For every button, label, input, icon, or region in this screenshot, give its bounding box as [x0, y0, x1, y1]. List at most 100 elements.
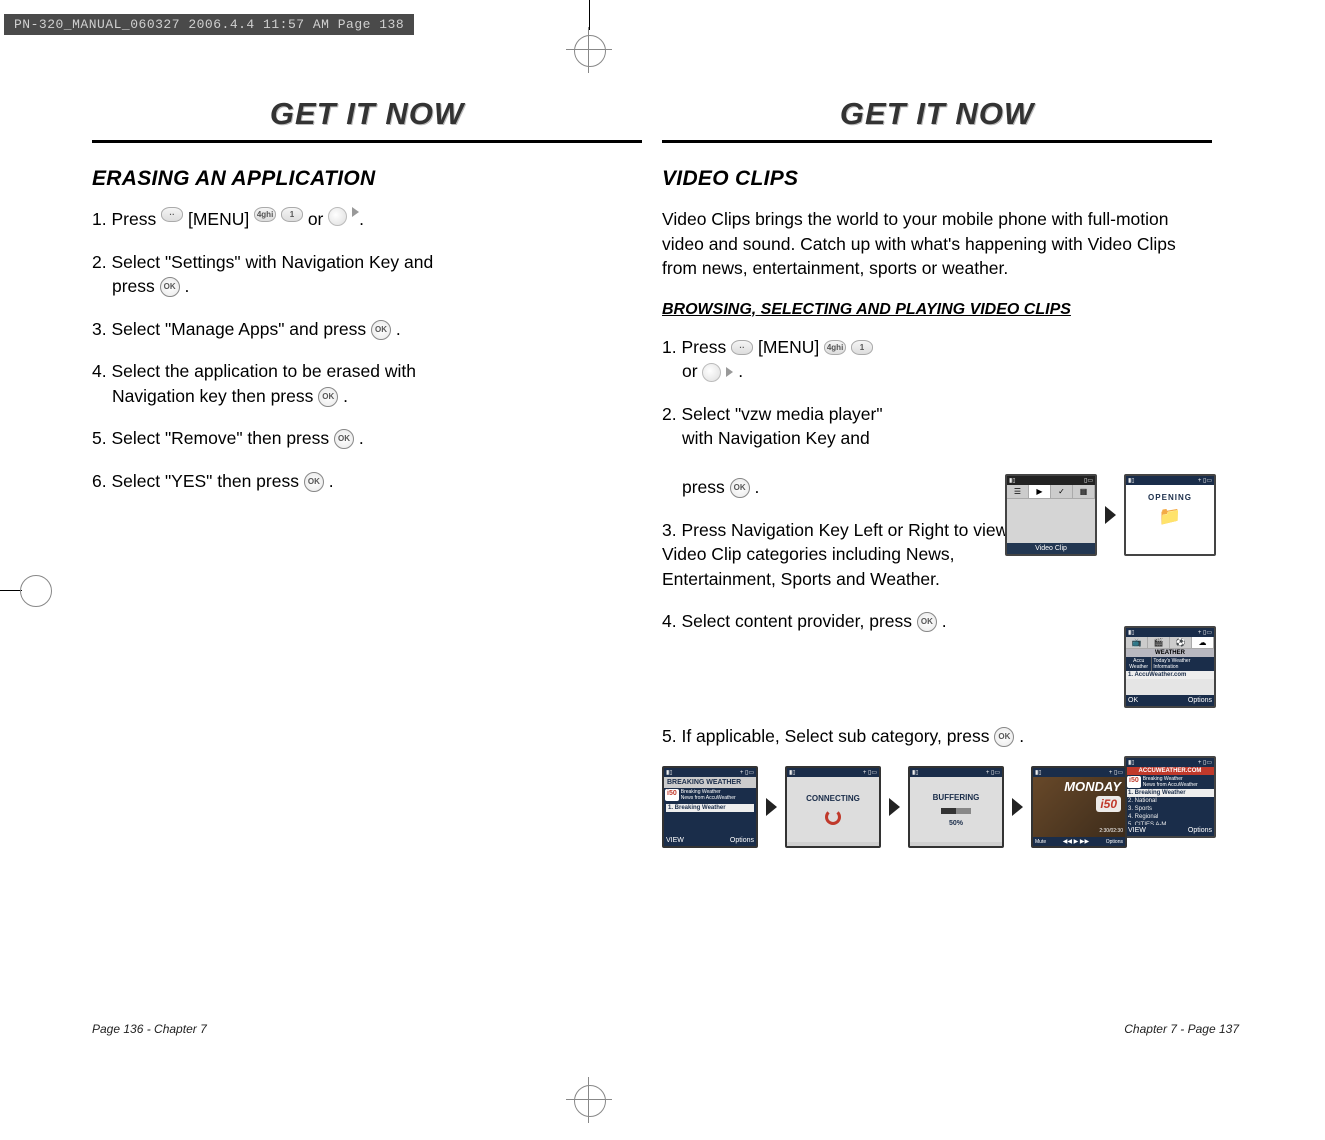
- phone-status-bar: ▮▯▯▭: [1007, 476, 1095, 485]
- badge-icon: i50: [1096, 796, 1121, 812]
- accu-desc-row: i50 Breaking Weather News from AccuWeath…: [1126, 775, 1214, 789]
- weather-subrow: AccuWeather Today's WeatherInformation: [1126, 657, 1214, 671]
- crop-mark-bottom: [564, 1085, 614, 1140]
- flow-arrow-icon: [889, 798, 900, 816]
- ok-button-icon: OK: [304, 472, 324, 492]
- left-page-footer: Page 136 - Chapter 7: [92, 1022, 207, 1036]
- crop-mark-left: [0, 565, 55, 615]
- phone-video-clip: ▮▯▯▭ ☰ ▶ ✓ ▦ Video Clip: [1005, 474, 1097, 556]
- header-print-info: PN-320_MANUAL_060327 2006.4.4 11:57 AM P…: [4, 14, 414, 35]
- key-1-icon: 1: [281, 207, 303, 222]
- phone-status-bar: ▮▯+ ▯▭: [1126, 628, 1214, 637]
- phone-opening: ▮▯+ ▯▭ OPENING 📁: [1124, 474, 1216, 556]
- ok-button-icon: OK: [318, 387, 338, 407]
- spinner-icon: [825, 809, 841, 825]
- left-step-2: 2. Select "Settings" with Navigation Key…: [92, 250, 642, 299]
- step-text: or: [682, 361, 698, 381]
- step-text: [MENU]: [188, 207, 249, 232]
- ok-button-icon: OK: [917, 612, 937, 632]
- buffering-percent: 50%: [949, 820, 963, 827]
- menu-item: 3. Sports: [1126, 805, 1214, 813]
- tab-icon: ✓: [1051, 485, 1073, 498]
- step-text: 1. Press: [92, 207, 156, 232]
- step-text: 1. Press: [662, 337, 726, 357]
- step-text: 2. Select "Settings" with Navigation Key…: [92, 252, 433, 272]
- step-text: 6. Select "YES" then press: [92, 471, 299, 491]
- step-text: .: [329, 471, 334, 491]
- phone-icon-row: 📺 🎬 ⚽ ☁: [1126, 637, 1214, 649]
- left-title: GET IT NOW: [92, 96, 642, 132]
- nav-key-icon: [328, 207, 347, 226]
- key-1-icon: 1: [851, 340, 873, 355]
- tab-icon: 📺: [1126, 637, 1148, 648]
- phone-mockup-row-1: ▮▯▯▭ ☰ ▶ ✓ ▦ Video Clip ▮▯+ ▯▭ OPENING 📁: [1005, 474, 1216, 556]
- menu-item: 1. Breaking Weather: [666, 804, 754, 812]
- ok-button-icon: OK: [160, 277, 180, 297]
- right-intro: Video Clips brings the world to your mob…: [662, 207, 1212, 281]
- right-page: GET IT NOW VIDEO CLIPS Video Clips bring…: [662, 96, 1212, 848]
- step-text: 2. Select "vzw media player": [662, 404, 883, 424]
- thumb-playing: ▮▯+ ▯▭ MONDAY i50 Mute ◀◀ ▶ ▶▶ Options 2…: [1031, 766, 1127, 848]
- left-step-4: 4. Select the application to be erased w…: [92, 359, 642, 408]
- step-text: with Navigation Key and: [662, 426, 952, 451]
- phone-accuweather: ▮▯+ ▯▭ ACCUWEATHER.COM i50 Breaking Weat…: [1124, 756, 1216, 838]
- accu-header: ACCUWEATHER.COM: [1126, 767, 1214, 775]
- right-sub-heading: BROWSING, SELECTING AND PLAYING VIDEO CL…: [662, 301, 1212, 319]
- step-text: .: [185, 276, 190, 296]
- badge-icon: i50: [1127, 776, 1141, 788]
- menu-item-active: 1. AccuWeather.com: [1126, 671, 1214, 679]
- step-text: .: [359, 207, 364, 232]
- cell: Information: [1153, 664, 1178, 670]
- flow-arrow-icon: [1012, 798, 1023, 816]
- step-text: 3. Select "Manage Apps" and press: [92, 319, 366, 339]
- phone-footer: VIEW Options: [1126, 825, 1214, 836]
- desc-text: News from AccuWeather: [681, 795, 736, 801]
- phone-status-bar: ▮▯+ ▯▭: [664, 768, 756, 777]
- menu-item: 2. National: [1126, 797, 1214, 805]
- step-text: press: [112, 276, 155, 296]
- left-step-5: 5. Select "Remove" then press OK .: [92, 426, 642, 451]
- ok-button-icon: OK: [334, 429, 354, 449]
- thumb-connecting: ▮▯+ ▯▭ CONNECTING: [785, 766, 881, 848]
- weather-header: WEATHER: [1126, 649, 1214, 657]
- tab-icon: ⚽: [1170, 637, 1192, 648]
- video-time: 2:30/02:30: [1099, 828, 1123, 834]
- connecting-body: CONNECTING: [787, 777, 879, 842]
- ok-button-icon: OK: [730, 478, 750, 498]
- phone-footer: OK Options: [1126, 695, 1214, 706]
- key-4-icon: 4ghi: [824, 340, 846, 355]
- step-text: 4. Select content provider, press: [662, 611, 912, 631]
- left-step-3: 3. Select "Manage Apps" and press OK .: [92, 317, 642, 342]
- menu-item: 4. Regional: [1126, 813, 1214, 821]
- phone-status-bar: ▮▯+ ▯▭: [787, 768, 879, 777]
- arrow-right-icon: [352, 207, 359, 217]
- phone-status-bar: ▮▯+ ▯▭: [1126, 758, 1214, 767]
- soft-key-icon: ··: [161, 207, 183, 222]
- buffering-body: BUFFERING 50%: [910, 777, 1002, 842]
- thumb-desc-row: i50 Breaking Weather News from AccuWeath…: [664, 788, 756, 802]
- step-text: 5. If applicable, Select sub category, p…: [662, 726, 990, 746]
- right-section-heading: VIDEO CLIPS: [662, 167, 1212, 191]
- thumb-header: BREAKING WEATHER: [664, 777, 756, 788]
- flow-arrow-icon: [1105, 506, 1116, 524]
- desc-text: News from AccuWeather: [1143, 782, 1198, 788]
- phone-footer: VIEW Options: [664, 835, 756, 846]
- accu-menu: 1. Breaking Weather 2. National 3. Sport…: [1126, 789, 1214, 829]
- right-step-4: 4. Select content provider, press OK .: [662, 609, 1062, 634]
- phone-status-bar: ▮▯+ ▯▭: [1126, 476, 1214, 485]
- left-step-6: 6. Select "YES" then press OK .: [92, 469, 642, 494]
- video-title: MONDAY: [1033, 777, 1125, 796]
- footer-ok: OK: [1128, 697, 1138, 704]
- thumb-buffering: ▮▯+ ▯▭ BUFFERING 50%: [908, 766, 1004, 848]
- progress-bar-icon: [941, 808, 971, 814]
- step-text: [MENU]: [758, 337, 819, 357]
- tab-icon: ▶: [1029, 485, 1051, 498]
- tab-icon: ▦: [1073, 485, 1095, 498]
- ok-button-icon: OK: [994, 727, 1014, 747]
- arrow-right-icon: [726, 367, 733, 377]
- nav-key-icon: [702, 363, 721, 382]
- weather-menu: 1. AccuWeather.com: [1126, 671, 1214, 679]
- cell: Weather: [1129, 664, 1148, 670]
- right-title: GET IT NOW: [662, 96, 1212, 132]
- step-text: 5. Select "Remove" then press: [92, 428, 329, 448]
